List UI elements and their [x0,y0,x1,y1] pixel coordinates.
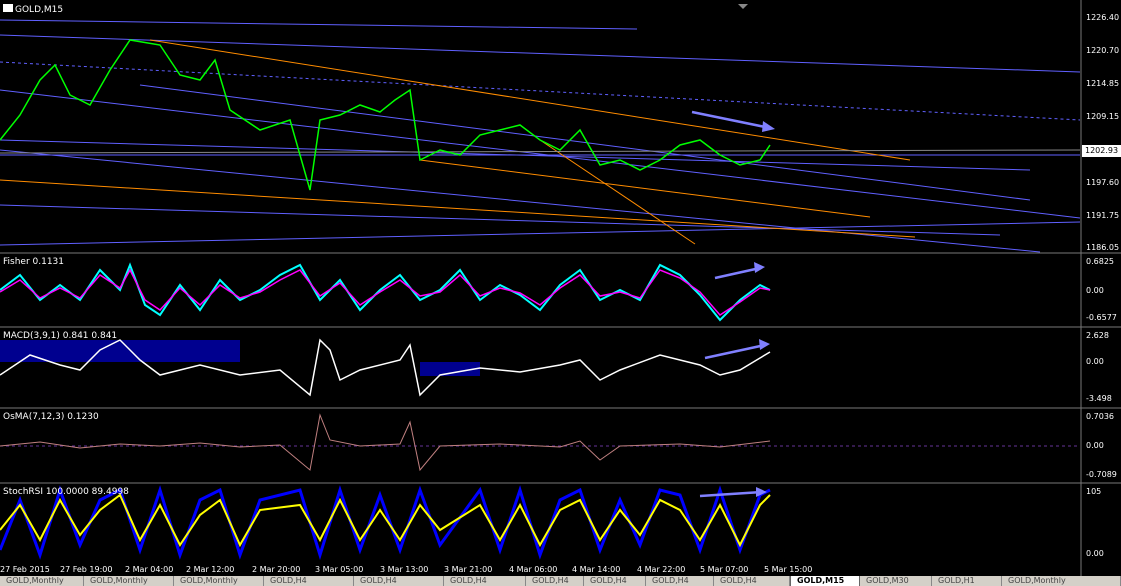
stochrsi-tick: 0.00 [1086,549,1104,558]
time-tick: 27 Feb 2015 [0,565,50,574]
osma-tick: -0.7089 [1086,470,1117,479]
time-tick: 3 Mar 05:00 [315,565,364,574]
fisher-tick: -0.6577 [1086,313,1117,322]
fisher-pane [0,262,771,322]
time-tick: 27 Feb 19:00 [60,565,113,574]
fisher-label: Fisher 0.1131 [3,257,65,267]
chart-tab[interactable]: GOLD,Monthly [1002,576,1121,586]
chart-tab[interactable]: GOLD,H4 [646,576,714,586]
price-tick: 1209.15 [1086,112,1120,121]
time-tick: 3 Mar 13:00 [380,565,429,574]
chart-tab[interactable]: GOLD,Monthly [174,576,264,586]
fisher-tick: 0.6825 [1086,257,1114,266]
symbol-icon [3,4,13,12]
price-tick: 1214.85 [1086,79,1120,88]
price-tick: 1220.70 [1086,46,1120,55]
time-tick: 4 Mar 14:00 [572,565,621,574]
price-tick: 1197.60 [1086,178,1120,187]
chart-tab-active[interactable]: GOLD,M15 [790,576,860,586]
time-tick: 4 Mar 22:00 [637,565,686,574]
chart-tab[interactable]: GOLD,Monthly [84,576,174,586]
chart-tab[interactable]: GOLD,H4 [526,576,584,586]
chart-tab-bar: GOLD,Monthly GOLD,Monthly GOLD,Monthly G… [0,576,1121,586]
time-tick: 2 Mar 20:00 [252,565,301,574]
fisher-tick: 0.00 [1086,286,1104,295]
price-tick: 1186.05 [1086,243,1120,252]
stochrsi-pane [0,485,771,561]
current-price-tag: 1202.93 [1082,145,1121,157]
time-tick: 2 Mar 04:00 [125,565,174,574]
chart-tab[interactable]: GOLD,Monthly [0,576,84,586]
price-tick: 1226.40 [1086,13,1120,22]
stochrsi-label: StochRSI 100.0000 89.4998 [3,487,129,497]
time-tick: 2 Mar 12:00 [186,565,235,574]
osma-pane [0,413,1080,472]
chart-tab[interactable]: GOLD,M30 [860,576,932,586]
chart-tab[interactable]: GOLD,H4 [714,576,790,586]
trendlines [0,19,1081,253]
chart-tab[interactable]: GOLD,H4 [584,576,646,586]
macd-tick: 0.00 [1086,357,1104,366]
osma-tick: 0.00 [1086,441,1104,450]
chart-tab[interactable]: GOLD,H4 [264,576,354,586]
time-tick: 4 Mar 06:00 [509,565,558,574]
chart-tab[interactable]: GOLD,H4 [444,576,526,586]
price-arrow [691,110,775,132]
time-tick: 5 Mar 15:00 [764,565,813,574]
chart-tab[interactable]: GOLD,H4 [354,576,444,586]
chart-canvas[interactable] [0,0,1121,576]
stochrsi-tick: 105 [1086,487,1102,496]
chart-tab[interactable]: GOLD,H1 [932,576,1002,586]
osma-label: OsMA(7,12,3) 0.1230 [3,412,99,422]
osma-tick: 0.7036 [1086,412,1114,421]
price-tick: 1191.75 [1086,211,1120,220]
time-tick: 5 Mar 07:00 [700,565,749,574]
shift-marker[interactable] [738,4,748,9]
macd-label: MACD(3,9,1) 0.841 0.841 [3,331,118,341]
macd-pane [0,338,771,397]
symbol-title: GOLD,M15 [3,4,63,15]
macd-tick: -3.498 [1086,394,1112,403]
time-tick: 3 Mar 21:00 [444,565,493,574]
macd-tick: 2.628 [1086,331,1109,340]
